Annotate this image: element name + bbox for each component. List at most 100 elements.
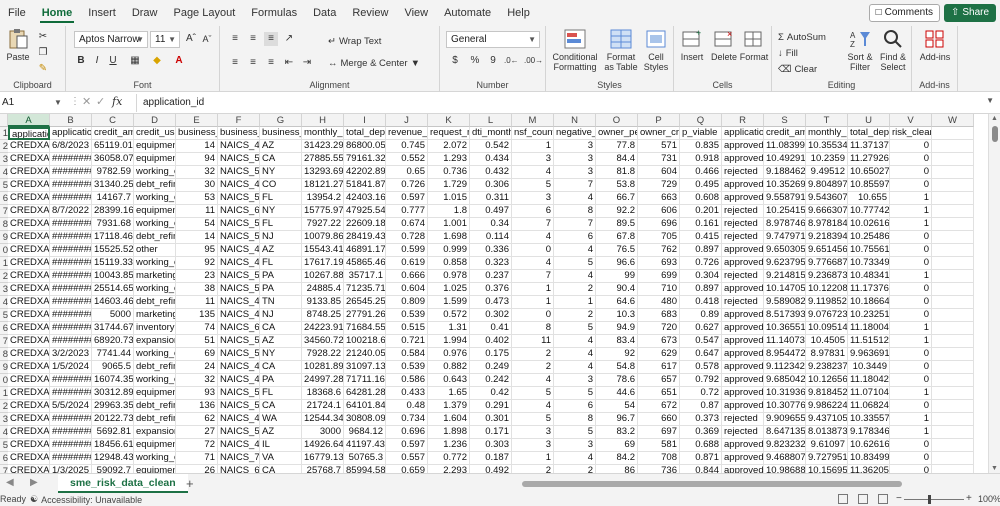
- table-cell[interactable]: 0.627: [680, 322, 722, 335]
- table-cell[interactable]: 0.418: [680, 296, 722, 309]
- column-header-a[interactable]: A: [8, 114, 50, 127]
- table-cell[interactable]: expansion: [134, 426, 176, 439]
- table-cell[interactable]: 1.898: [428, 426, 470, 439]
- table-cell[interactable]: 0.323: [470, 257, 512, 270]
- table-cell[interactable]: NAICS_541: [218, 348, 260, 361]
- row-header[interactable]: 2: [0, 270, 8, 283]
- table-cell[interactable]: approved: [722, 452, 764, 465]
- table-cell[interactable]: 0.41: [470, 322, 512, 335]
- table-cell[interactable]: 53.8: [596, 179, 638, 192]
- table-cell[interactable]: PA: [260, 270, 302, 283]
- table-cell[interactable]: 64101.84: [344, 400, 386, 413]
- table-cell[interactable]: CREDXAI-C: [8, 426, 50, 439]
- table-cell[interactable]: 0.772: [428, 452, 470, 465]
- table-cell[interactable]: CREDXAI-C: [8, 205, 50, 218]
- table-cell[interactable]: 7931.68: [92, 218, 134, 231]
- chevron-down-icon[interactable]: ▼: [54, 94, 62, 112]
- table-cell[interactable]: 71: [176, 452, 218, 465]
- table-cell[interactable]: [932, 413, 974, 426]
- table-cell[interactable]: 96.7: [596, 413, 638, 426]
- table-cell[interactable]: 0.48: [386, 400, 428, 413]
- table-cell[interactable]: 92: [176, 257, 218, 270]
- row-header[interactable]: 3: [0, 283, 8, 296]
- table-cell[interactable]: 8: [512, 322, 554, 335]
- zoom-level[interactable]: 100%: [978, 494, 1000, 504]
- table-cell[interactable]: 0.237: [470, 270, 512, 283]
- table-cell[interactable]: 74: [176, 322, 218, 335]
- table-cell[interactable]: [932, 218, 974, 231]
- table-cell[interactable]: 693: [638, 257, 680, 270]
- table-cell[interactable]: 10.73349: [848, 257, 890, 270]
- table-cell[interactable]: inventory: [134, 322, 176, 335]
- column-header-l[interactable]: L: [470, 114, 512, 127]
- table-cell[interactable]: 9.49512: [806, 166, 848, 179]
- table-cell[interactable]: CREDXAI-C: [8, 465, 50, 473]
- underline-icon[interactable]: U: [106, 54, 120, 68]
- table-cell[interactable]: 2: [554, 465, 596, 473]
- table-cell[interactable]: 22609.18: [344, 218, 386, 231]
- table-cell[interactable]: 9.963691: [848, 348, 890, 361]
- table-cell[interactable]: 10.18664: [848, 296, 890, 309]
- table-cell[interactable]: 10.48341: [848, 270, 890, 283]
- menu-tab-page-layout[interactable]: Page Layout: [165, 0, 243, 26]
- table-cell[interactable]: 5: [512, 413, 554, 426]
- table-cell[interactable]: 0.72: [680, 387, 722, 400]
- table-cell[interactable]: 71684.55: [344, 322, 386, 335]
- horizontal-scroll-thumb[interactable]: [522, 481, 902, 487]
- vertical-scrollbar[interactable]: ▲ ▼: [988, 114, 1000, 473]
- table-cell[interactable]: 7741.44: [92, 348, 134, 361]
- table-cell[interactable]: 0: [890, 166, 932, 179]
- table-cell[interactable]: 1.293: [428, 153, 470, 166]
- table-cell[interactable]: CA: [260, 153, 302, 166]
- table-cell[interactable]: 0.402: [470, 335, 512, 348]
- table-cell[interactable]: 38: [176, 283, 218, 296]
- table-cell[interactable]: ########: [50, 218, 92, 231]
- table-cell[interactable]: equipment: [134, 140, 176, 153]
- table-cell[interactable]: 0.301: [470, 413, 512, 426]
- table-cell[interactable]: 0.201: [680, 205, 722, 218]
- table-cell[interactable]: 26: [176, 465, 218, 473]
- table-cell[interactable]: 13954.2: [302, 192, 344, 205]
- table-cell[interactable]: 9.986224: [806, 400, 848, 413]
- table-cell[interactable]: [932, 244, 974, 257]
- table-cell[interactable]: [932, 140, 974, 153]
- table-cell[interactable]: 1: [512, 140, 554, 153]
- table-cell[interactable]: 0.897: [680, 283, 722, 296]
- column-header-s[interactable]: S: [764, 114, 806, 127]
- table-cell[interactable]: marketing: [134, 309, 176, 322]
- table-cell[interactable]: 11: [512, 335, 554, 348]
- table-cell[interactable]: 17617.19: [302, 257, 344, 270]
- table-cell[interactable]: NAICS_541: [218, 166, 260, 179]
- table-cell[interactable]: [932, 283, 974, 296]
- table-cell[interactable]: 31423.29: [302, 140, 344, 153]
- table-cell[interactable]: NAICS_448: [218, 439, 260, 452]
- table-cell[interactable]: 11.27926: [848, 153, 890, 166]
- table-cell[interactable]: 1.994: [428, 335, 470, 348]
- table-cell[interactable]: CREDXAI-C: [8, 296, 50, 309]
- table-cell[interactable]: 54: [596, 400, 638, 413]
- table-cell[interactable]: ########: [50, 153, 92, 166]
- table-cell[interactable]: 9.776687: [806, 257, 848, 270]
- table-cell[interactable]: CREDXAI-C: [8, 374, 50, 387]
- table-cell[interactable]: marketing: [134, 270, 176, 283]
- table-cell[interactable]: 0.659: [386, 465, 428, 473]
- table-cell[interactable]: 697: [638, 426, 680, 439]
- table-cell[interactable]: 9.076723: [806, 309, 848, 322]
- table-cell[interactable]: [932, 205, 974, 218]
- column-header-p[interactable]: P: [638, 114, 680, 127]
- row-header[interactable]: 7: [0, 205, 8, 218]
- table-cell[interactable]: 5/5/2024: [50, 400, 92, 413]
- table-cell[interactable]: debt_refina: [134, 231, 176, 244]
- column-header-r[interactable]: R: [722, 114, 764, 127]
- table-cell[interactable]: 18121.27: [302, 179, 344, 192]
- table-cell[interactable]: 8: [554, 205, 596, 218]
- table-cell[interactable]: approved: [722, 322, 764, 335]
- table-cell[interactable]: 1: [890, 426, 932, 439]
- table-cell[interactable]: 11.14073: [764, 335, 806, 348]
- table-cell[interactable]: 0: [890, 257, 932, 270]
- table-cell[interactable]: 0.306: [470, 179, 512, 192]
- table-cell[interactable]: 0.604: [386, 283, 428, 296]
- table-cell[interactable]: 0.187: [470, 452, 512, 465]
- table-cell[interactable]: 3: [512, 439, 554, 452]
- table-cell[interactable]: CREDXAI-C: [8, 153, 50, 166]
